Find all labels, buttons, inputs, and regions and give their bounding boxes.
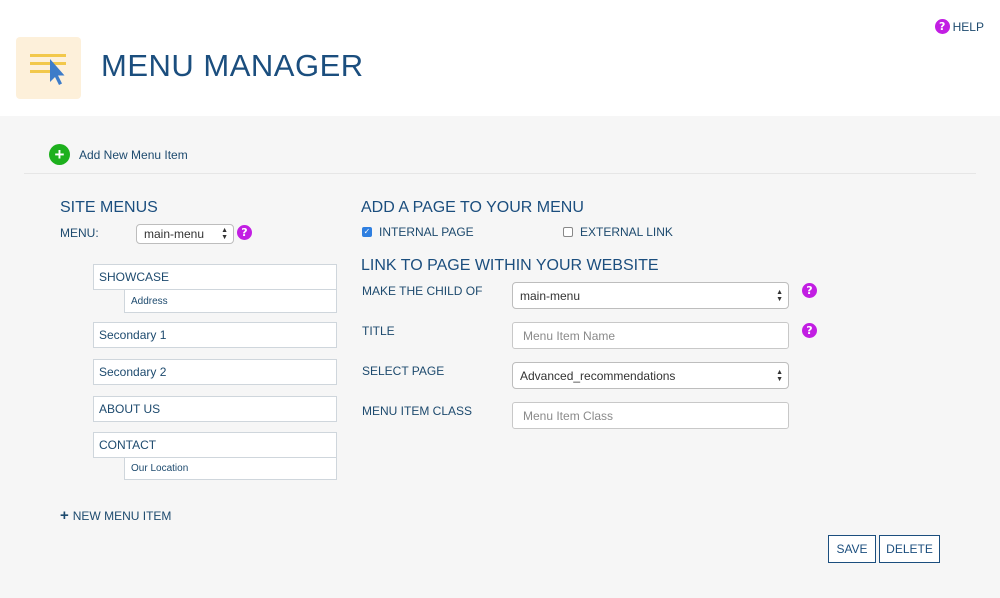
title-label: TITLE [362,324,395,338]
menu-item-secondary-2[interactable]: Secondary 2 [93,359,337,385]
page-title: MENU MANAGER [101,48,364,83]
menu-select-value: main-menu [144,227,205,241]
title-input[interactable]: Menu Item Name [512,322,789,349]
add-page-heading: ADD A PAGE TO YOUR MENU [361,199,584,216]
help-label[interactable]: HELP [953,20,984,34]
new-menu-item-button[interactable]: + NEW MENU ITEM [60,508,171,523]
delete-button[interactable]: DELETE [879,535,940,563]
link-form-heading: LINK TO PAGE WITHIN YOUR WEBSITE [361,257,659,274]
select-arrows-icon: ▲ ▼ [776,288,783,303]
menu-item-showcase[interactable]: SHOWCASE [93,264,337,290]
help-link[interactable]: ? HELP [934,19,984,34]
divider [24,173,976,174]
menu-item-secondary-1[interactable]: Secondary 1 [93,322,337,348]
add-new-menu-item-label[interactable]: Add New Menu Item [79,148,188,162]
menu-item-about-us[interactable]: ABOUT US [93,396,337,422]
select-page-select[interactable]: Advanced_recommendations ▲ ▼ [512,362,789,389]
child-of-help-icon[interactable]: ? [802,283,817,298]
menu-select-label: MENU: [60,226,99,240]
internal-page-option[interactable]: ✓ INTERNAL PAGE [362,225,474,239]
menu-select[interactable]: main-menu ▲ ▼ [136,224,234,244]
site-menus-heading: SITE MENUS [60,199,158,216]
menu-help-icon[interactable]: ? [237,225,252,240]
plus-icon[interactable]: + [60,508,69,523]
save-button[interactable]: SAVE [828,535,876,563]
menu-item-class-label: MENU ITEM CLASS [362,404,473,418]
menu-item-contact[interactable]: CONTACT [93,432,337,458]
external-link-option[interactable]: EXTERNAL LINK [563,225,673,239]
title-help-icon[interactable]: ? [802,323,817,338]
child-of-label: MAKE THE CHILD OF [362,284,483,298]
add-new-menu-item-button[interactable]: + Add New Menu Item [49,144,188,165]
select-page-label: SELECT PAGE [362,364,445,378]
new-menu-item-label[interactable]: NEW MENU ITEM [73,509,172,523]
internal-page-checkbox[interactable]: ✓ [362,227,372,237]
internal-page-label[interactable]: INTERNAL PAGE [379,225,474,239]
menu-manager-logo-icon [16,37,81,99]
child-of-value: main-menu [520,288,581,303]
main-content: + Add New Menu Item SITE MENUS MENU: mai… [0,116,1000,598]
add-circle-icon[interactable]: + [49,144,70,165]
external-link-label[interactable]: EXTERNAL LINK [580,225,673,239]
sub-menu-item-our-location[interactable]: Our Location [124,457,337,480]
select-arrows-icon: ▲ ▼ [776,368,783,383]
select-arrows-icon: ▲ ▼ [221,227,228,241]
select-page-value: Advanced_recommendations [520,368,676,383]
external-link-checkbox[interactable] [563,227,573,237]
menu-item-class-input[interactable]: Menu Item Class [512,402,789,429]
child-of-select[interactable]: main-menu ▲ ▼ [512,282,789,309]
help-icon[interactable]: ? [934,19,950,34]
sub-menu-item-address[interactable]: Address [124,289,337,313]
